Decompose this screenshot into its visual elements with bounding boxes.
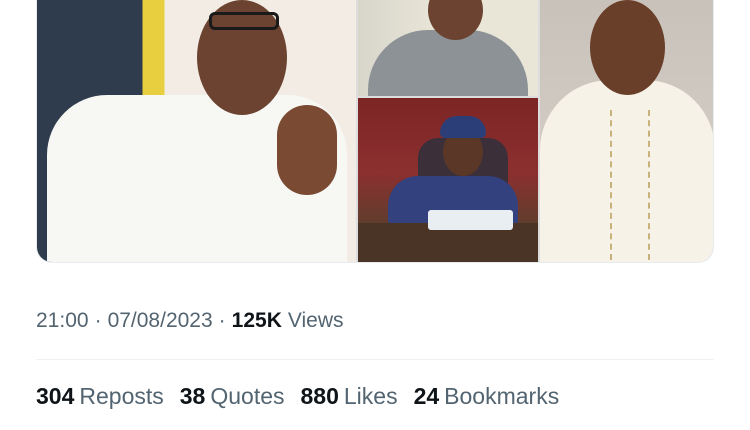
- bookmarks-stat[interactable]: 24 Bookmarks: [414, 383, 560, 410]
- divider: [36, 359, 714, 360]
- photo-man-praying[interactable]: [37, 0, 356, 262]
- likes-label: Likes: [343, 383, 398, 409]
- reposts-count: 304: [36, 383, 75, 409]
- reposts-label: Reposts: [79, 383, 164, 409]
- likes-count: 880: [300, 383, 339, 409]
- photo-man-grey[interactable]: [358, 0, 538, 96]
- meta-separator: ·: [218, 309, 226, 332]
- photo-man-embroidered[interactable]: [540, 0, 713, 262]
- quotes-count: 38: [179, 383, 206, 409]
- tweet-stats: 304 Reposts 38 Quotes 880 Likes 24 Bookmarks: [36, 383, 559, 410]
- bookmarks-label: Bookmarks: [444, 383, 560, 409]
- bookmarks-count: 24: [413, 383, 440, 409]
- tweet-time[interactable]: 21:00: [36, 309, 89, 333]
- quotes-label: Quotes: [210, 383, 285, 409]
- photo-woman-desk[interactable]: [358, 98, 538, 262]
- quotes-stat[interactable]: 38 Quotes: [180, 383, 285, 410]
- likes-stat[interactable]: 880 Likes: [301, 383, 398, 410]
- views-label: Views: [287, 309, 344, 332]
- tweet-media-grid: [36, 0, 714, 263]
- tweet-date[interactable]: 07/08/2023: [108, 309, 213, 333]
- views-count: 125K: [231, 309, 282, 332]
- reposts-stat[interactable]: 304 Reposts: [36, 383, 164, 410]
- meta-separator: ·: [94, 309, 102, 332]
- tweet-meta: 21:00 · 07/08/2023 · 125K Views: [36, 309, 344, 333]
